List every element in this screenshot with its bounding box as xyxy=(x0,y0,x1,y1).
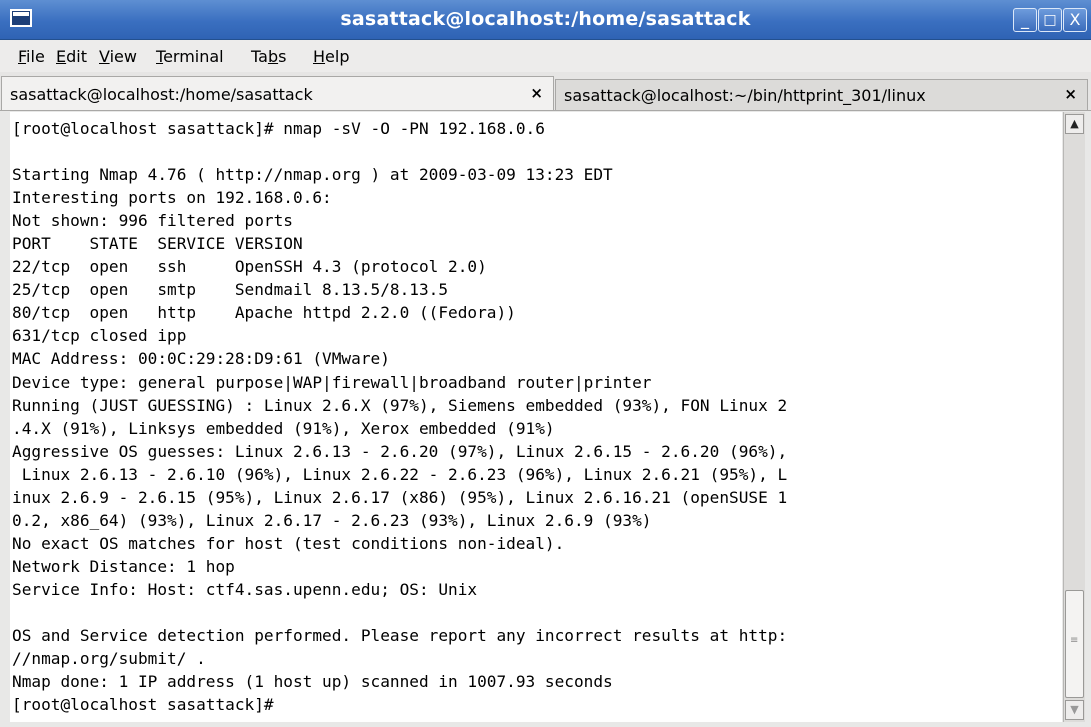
terminal-line: 0.2, x86_64) (93%), Linux 2.6.17 - 2.6.2… xyxy=(12,510,652,530)
menu-help[interactable]: Help xyxy=(313,47,349,66)
menu-view[interactable]: View xyxy=(99,47,137,66)
vertical-scrollbar[interactable]: ▲ ≡ ▼ xyxy=(1063,112,1085,722)
terminal-window: sasattack@localhost:/home/sasattack _ □ … xyxy=(0,0,1091,727)
tab-label: sasattack@localhost:~/bin/httprint_301/l… xyxy=(564,86,926,105)
terminal-text: [root@localhost sasattack]# nmap -sV -O … xyxy=(10,112,1062,716)
grip-icon: ≡ xyxy=(1070,635,1079,646)
terminal-line: No exact OS matches for host (test condi… xyxy=(12,533,565,553)
tab-close-icon[interactable]: × xyxy=(1064,85,1077,103)
menu-edit[interactable]: Edit xyxy=(56,47,87,66)
terminal-line: Linux 2.6.13 - 2.6.10 (96%), Linux 2.6.2… xyxy=(12,464,788,484)
terminal-line: PORT STATE SERVICE VERSION xyxy=(12,234,303,254)
scrollbar-thumb[interactable]: ≡ xyxy=(1065,590,1084,698)
terminal-line: Running (JUST GUESSING) : Linux 2.6.X (9… xyxy=(12,395,788,415)
window-title: sasattack@localhost:/home/sasattack xyxy=(340,8,751,30)
scroll-up-arrow-icon[interactable]: ▲ xyxy=(1065,114,1084,134)
minimize-button[interactable]: _ xyxy=(1013,8,1037,32)
tab-bar: sasattack@localhost:/home/sasattack × sa… xyxy=(0,72,1091,111)
terminal-line: OS and Service detection performed. Plea… xyxy=(12,626,788,646)
maximize-button[interactable]: □ xyxy=(1038,8,1062,32)
terminal-line: inux 2.6.9 - 2.6.15 (95%), Linux 2.6.17 … xyxy=(12,487,788,507)
terminal-line: //nmap.org/submit/ . xyxy=(12,649,206,669)
terminal-line: Interesting ports on 192.168.0.6: xyxy=(12,188,332,208)
terminal-line: Network Distance: 1 hop xyxy=(12,556,235,576)
menu-tabs[interactable]: Tabs xyxy=(251,47,286,66)
tab-close-icon[interactable]: × xyxy=(530,84,543,102)
terminal-line: 631/tcp closed ipp xyxy=(12,326,187,346)
menu-terminal[interactable]: Terminal xyxy=(156,47,224,66)
tab-label: sasattack@localhost:/home/sasattack xyxy=(10,85,313,104)
terminal-line: Nmap done: 1 IP address (1 host up) scan… xyxy=(12,672,613,692)
terminal-output[interactable]: [root@localhost sasattack]# nmap -sV -O … xyxy=(10,112,1062,722)
title-bar[interactable]: sasattack@localhost:/home/sasattack _ □ … xyxy=(0,0,1091,40)
menu-file[interactable]: File xyxy=(18,47,45,66)
scroll-down-arrow-icon[interactable]: ▼ xyxy=(1065,700,1084,720)
terminal-line: [root@localhost sasattack]# nmap -sV -O … xyxy=(12,119,545,138)
close-button[interactable]: X xyxy=(1063,8,1087,32)
terminal-line: .4.X (91%), Linksys embedded (91%), Xero… xyxy=(12,418,555,438)
tab-home-sasattack[interactable]: sasattack@localhost:/home/sasattack × xyxy=(1,76,554,110)
terminal-line: [root@localhost sasattack]# xyxy=(12,695,274,715)
terminal-line: Not shown: 996 filtered ports xyxy=(12,211,293,231)
tab-httprint[interactable]: sasattack@localhost:~/bin/httprint_301/l… xyxy=(555,79,1088,110)
terminal-line: 80/tcp open http Apache httpd 2.2.0 ((Fe… xyxy=(12,303,516,323)
terminal-line: Service Info: Host: ctf4.sas.upenn.edu; … xyxy=(12,579,478,599)
terminal-line: MAC Address: 00:0C:29:28:D9:61 (VMware) xyxy=(12,349,390,369)
terminal-line: Aggressive OS guesses: Linux 2.6.13 - 2.… xyxy=(12,441,788,461)
terminal-line: 25/tcp open smtp Sendmail 8.13.5/8.13.5 xyxy=(12,280,449,300)
menu-bar: File Edit View Terminal Tabs Help xyxy=(0,40,1091,73)
terminal-line: 22/tcp open ssh OpenSSH 4.3 (protocol 2.… xyxy=(12,257,487,277)
terminal-line: Starting Nmap 4.76 ( http://nmap.org ) a… xyxy=(12,165,613,185)
terminal-line: Device type: general purpose|WAP|firewal… xyxy=(12,372,652,392)
